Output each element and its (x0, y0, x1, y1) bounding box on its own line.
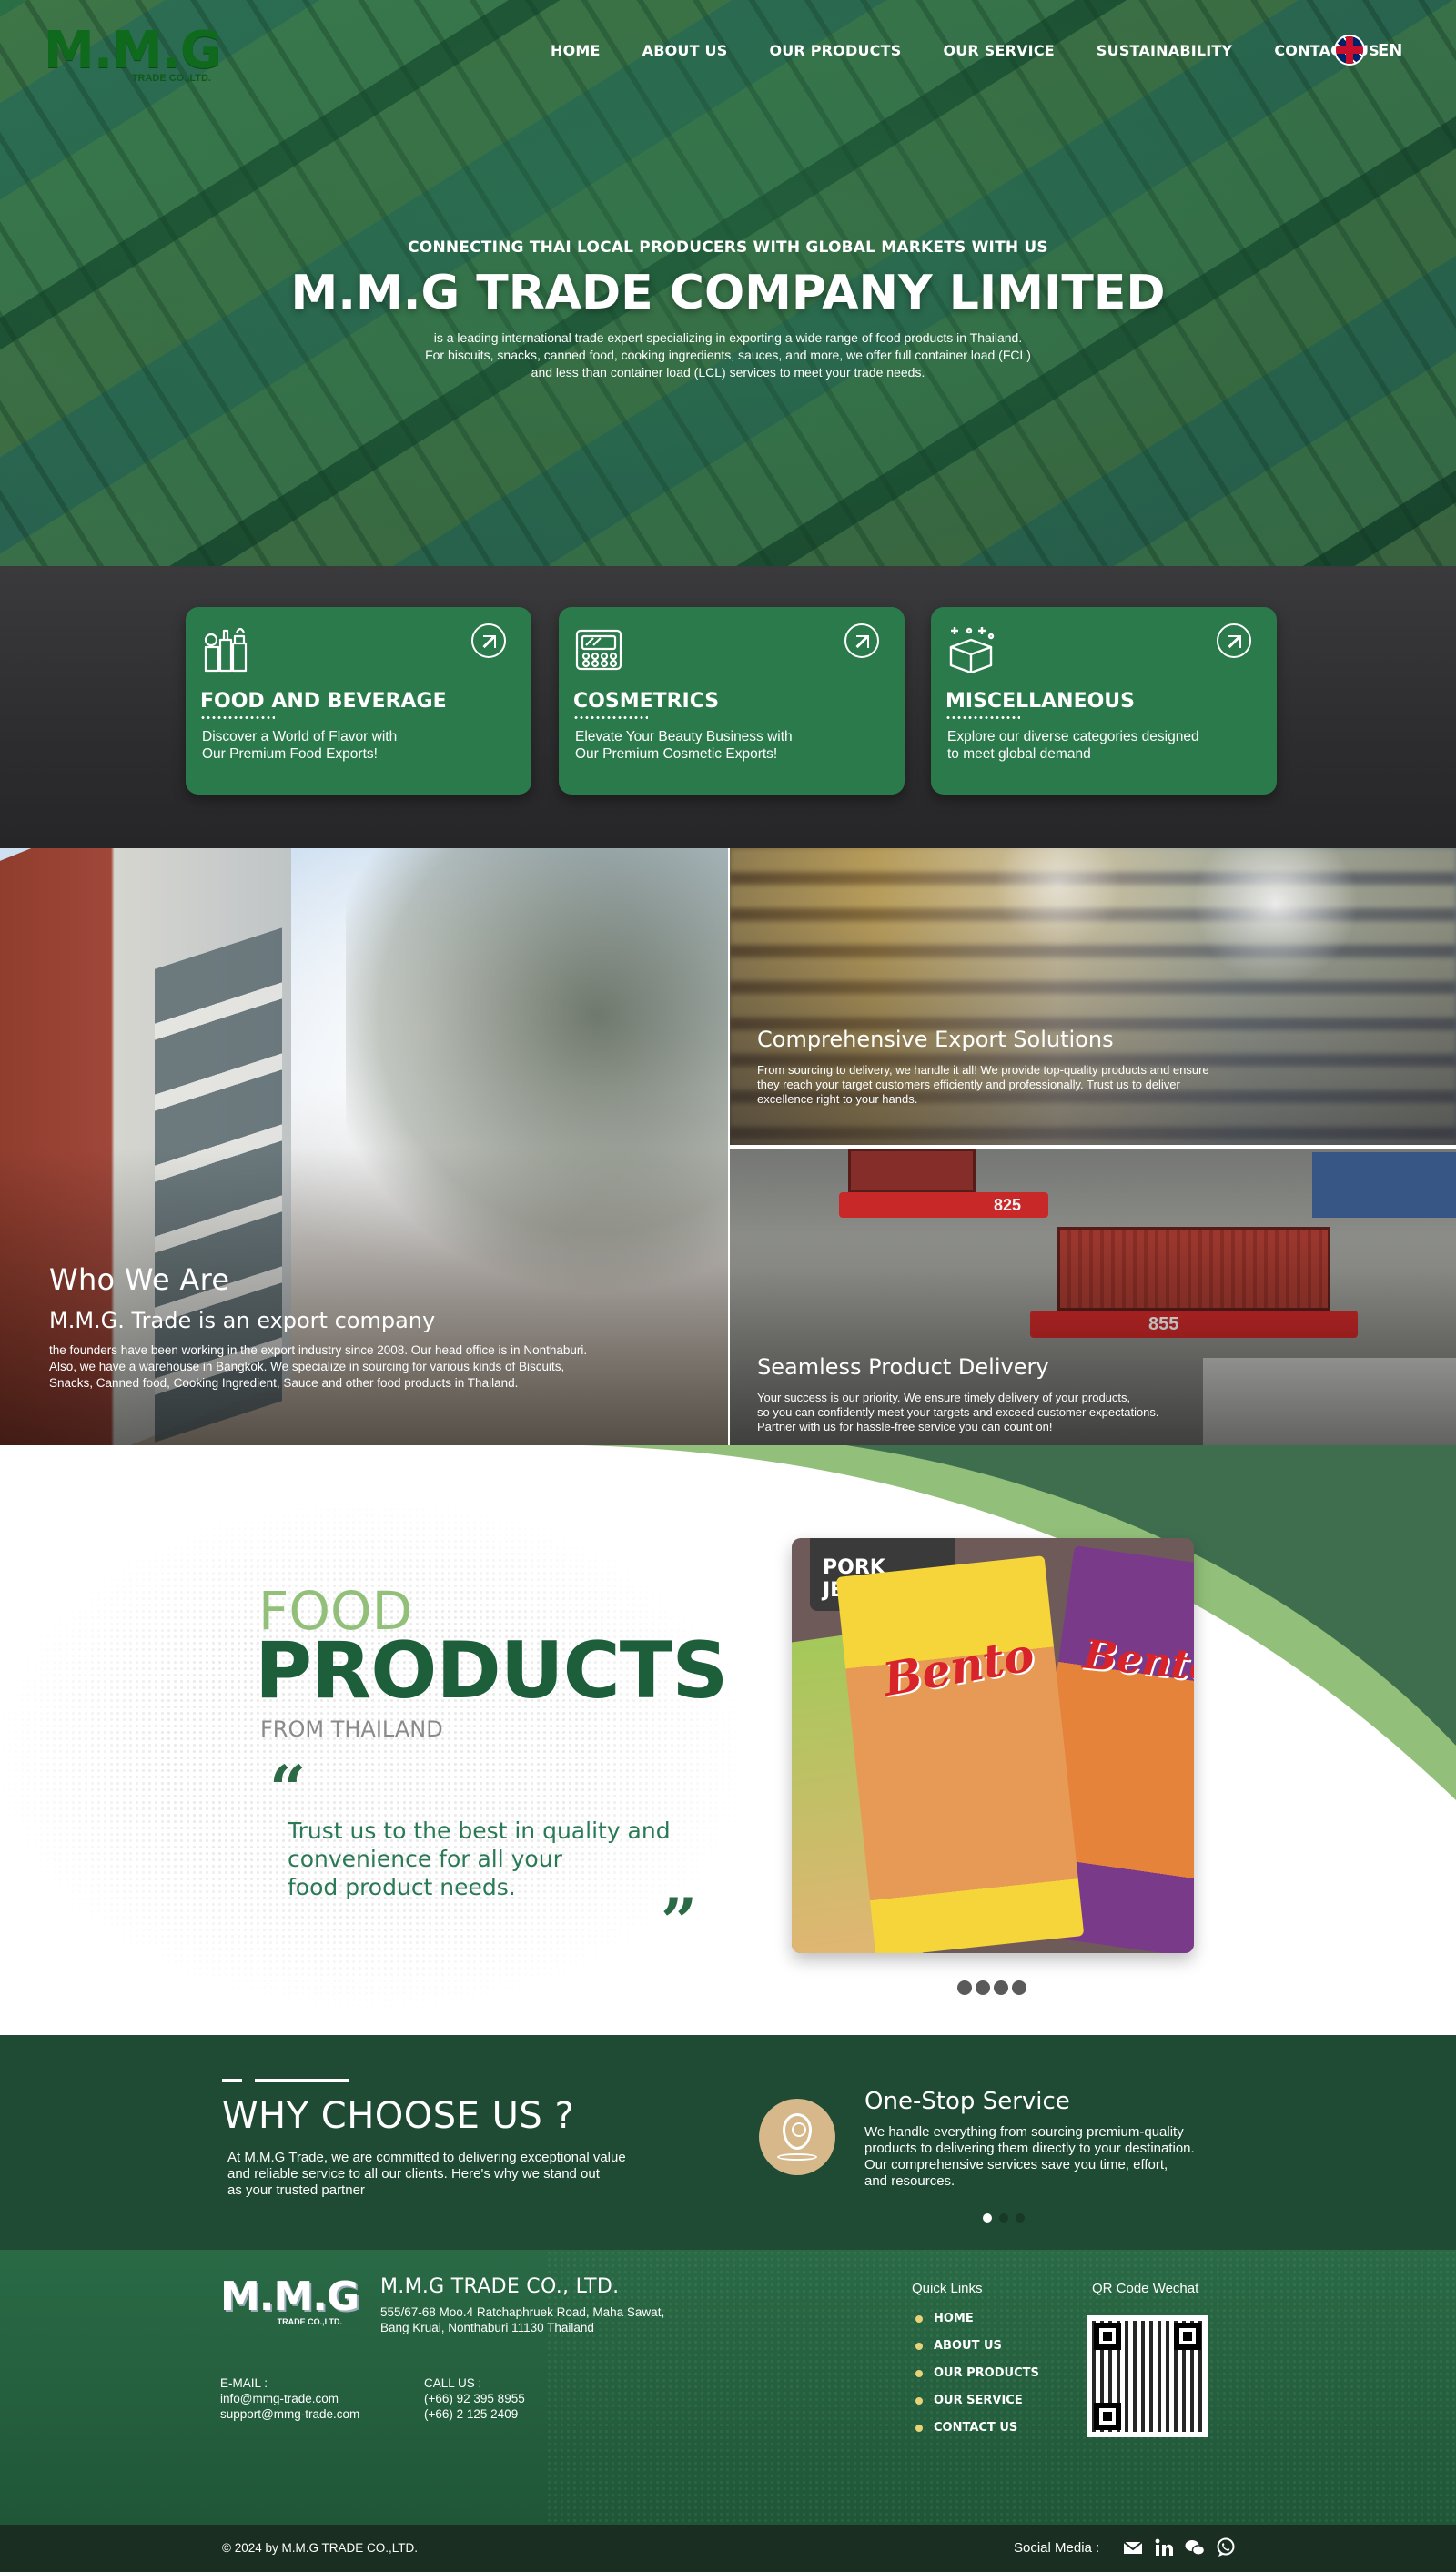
dotted-divider (573, 716, 648, 719)
carousel-dots (957, 1980, 1026, 1995)
carousel-dot[interactable] (976, 1980, 990, 1995)
carousel-dot[interactable] (999, 2213, 1008, 2223)
copyright: © 2024 by M.M.G TRADE CO.,LTD. (222, 2541, 418, 2555)
service-title: One-Stop Service (864, 2088, 1070, 2115)
qr-title: QR Code Wechat (1092, 2281, 1199, 2296)
who-title: Who We Are (49, 1262, 230, 1297)
email-block: E-MAIL : info@mmg-trade.com support@mmg-… (220, 2376, 360, 2422)
email-link[interactable]: support@mmg-trade.com (220, 2406, 359, 2422)
hero-section: M.M.G TRADE CO.,LTD. HOME ABOUT US OUR P… (0, 0, 1456, 566)
footer-link-our-service[interactable]: OUR SERVICE (914, 2394, 1039, 2421)
nav-sustainability[interactable]: SUSTAINABILITY (1097, 42, 1232, 59)
food-origin: FROM THAILAND (260, 1716, 443, 1742)
export-title: Comprehensive Export Solutions (757, 1027, 1114, 1052)
food-title: PRODUCTS (255, 1625, 728, 1716)
about-grid: Who We Are M.M.G. Trade is an export com… (0, 848, 1456, 1445)
export-solutions-panel: Comprehensive Export Solutions From sour… (730, 848, 1456, 1145)
category-card-food[interactable]: FOOD AND BEVERAGE Discover a World of Fl… (186, 607, 531, 795)
phone-block: CALL US : (+66) 92 395 8955 (+66) 2 125 … (424, 2376, 525, 2422)
nav-home[interactable]: HOME (551, 42, 601, 59)
category-title: MISCELLANEOUS (945, 690, 1136, 713)
product-photo[interactable]: PORK JERKY Bento Bento (792, 1538, 1194, 1953)
makeup-palette-icon (575, 629, 622, 671)
nav-our-service[interactable]: OUR SERVICE (943, 42, 1054, 59)
open-quote-icon: “ (269, 1751, 307, 1827)
language-code: EN (1378, 40, 1403, 60)
delivery-title: Seamless Product Delivery (757, 1354, 1049, 1380)
site-logo[interactable]: M.M.G TRADE CO.,LTD. (44, 25, 222, 89)
who-description: the founders have been working in the ex… (49, 1343, 588, 1390)
category-section: FOOD AND BEVERAGE Discover a World of Fl… (0, 566, 1456, 848)
delivery-description: Your success is our priority. We ensure … (757, 1391, 1159, 1433)
close-quote-icon: ” (661, 1884, 698, 1959)
company-name: M.M.G TRADE CO., LTD. (380, 2275, 620, 2298)
decorative-swoosh (582, 1445, 1456, 1800)
open-arrow-icon[interactable] (844, 623, 879, 658)
food-quote: Trust us to the best in quality and conve… (288, 1818, 671, 1900)
service-description: We handle everything from sourcing premi… (864, 2124, 1195, 2189)
category-description: Explore our diverse categories designed t… (947, 729, 1199, 762)
carousel-dot[interactable] (957, 1980, 972, 1995)
food-products-section: FOOD PRODUCTS FROM THAILAND “ Trust us t… (0, 1445, 1456, 2035)
phone-link[interactable]: (+66) 92 395 8955 (424, 2391, 525, 2406)
uk-flag-icon (1334, 35, 1365, 66)
footer-link-about-us[interactable]: ABOUT US (914, 2339, 1039, 2366)
hero-kicker: CONNECTING THAI LOCAL PRODUCERS WITH GLO… (408, 238, 1048, 257)
location-pin-icon (759, 2099, 835, 2175)
main-menu: HOME ABOUT US OUR PRODUCTS OUR SERVICE S… (551, 42, 1380, 59)
mail-icon[interactable] (1123, 2537, 1143, 2557)
gift-box-icon (949, 627, 995, 674)
phone-link[interactable]: (+66) 2 125 2409 (424, 2406, 525, 2422)
linkedin-icon[interactable] (1154, 2537, 1174, 2557)
quick-links-title: Quick Links (912, 2281, 983, 2296)
hero-title: M.M.G TRADE COMPANY LIMITED (290, 266, 1166, 320)
category-card-miscellaneous[interactable]: MISCELLANEOUS Explore our diverse catego… (931, 607, 1277, 795)
footer-logo[interactable]: M.M.G TRADE CO.,LTD. (220, 2277, 359, 2327)
site-footer: M.M.G TRADE CO.,LTD. M.M.G TRADE CO., LT… (0, 2250, 1456, 2525)
footer-link-contact-us[interactable]: CONTACT US (914, 2421, 1039, 2448)
social-icons (1123, 2537, 1236, 2557)
product-delivery-panel: 825 855 Seamless Product Delivery Your s… (730, 1149, 1456, 1445)
why-choose-section: WHY CHOOSE US ? At M.M.G Trade, we are c… (0, 2035, 1456, 2250)
nav-our-products[interactable]: OUR PRODUCTS (769, 42, 901, 59)
category-card-cosmetics[interactable]: COSMETRICS Elevate Your Beauty Business … (559, 607, 905, 795)
why-description: At M.M.G Trade, we are committed to deli… (228, 2150, 626, 2198)
language-switcher[interactable]: EN (1334, 35, 1402, 66)
company-address: 555/67-68 Moo.4 Ratchaphruek Road, Maha … (380, 2305, 665, 2334)
dotted-divider (945, 716, 1020, 719)
grocery-icon (204, 627, 248, 673)
carousel-dot[interactable] (994, 1980, 1008, 1995)
carousel-dot[interactable] (1016, 2213, 1025, 2223)
export-description: From sourcing to delivery, we handle it … (757, 1063, 1209, 1106)
nav-about-us[interactable]: ABOUT US (642, 42, 728, 59)
category-title: FOOD AND BEVERAGE (200, 690, 447, 713)
hero-description: is a leading international trade expert … (425, 330, 1031, 380)
who-we-are-panel: Who We Are M.M.G. Trade is an export com… (0, 848, 728, 1445)
who-subtitle: M.M.G. Trade is an export company (49, 1308, 436, 1333)
dotted-divider (200, 716, 275, 719)
social-media-label: Social Media : (1014, 2540, 1100, 2556)
open-arrow-icon[interactable] (1217, 623, 1251, 658)
whatsapp-icon[interactable] (1216, 2537, 1236, 2557)
footer-link-home[interactable]: HOME (914, 2312, 1039, 2339)
wechat-icon[interactable] (1185, 2537, 1205, 2557)
carousel-dot[interactable] (1012, 1980, 1026, 1995)
category-description: Discover a World of Flavor with Our Premi… (202, 729, 398, 762)
quick-links: HOME ABOUT US OUR PRODUCTS OUR SERVICE C… (914, 2312, 1039, 2448)
hero-text: CONNECTING THAI LOCAL PRODUCERS WITH GLO… (0, 238, 1456, 381)
top-navigation: M.M.G TRADE CO.,LTD. HOME ABOUT US OUR P… (0, 0, 1456, 100)
email-link[interactable]: info@mmg-trade.com (220, 2391, 359, 2406)
open-arrow-icon[interactable] (471, 623, 506, 658)
wechat-qr-code (1087, 2315, 1208, 2437)
category-title: COSMETRICS (573, 690, 720, 713)
category-description: Elevate Your Beauty Business with Our Pre… (575, 729, 793, 762)
carousel-dot[interactable] (983, 2213, 992, 2223)
bottom-bar: © 2024 by M.M.G TRADE CO.,LTD. Social Me… (0, 2525, 1456, 2572)
footer-link-our-products[interactable]: OUR PRODUCTS (914, 2366, 1039, 2394)
why-title: WHY CHOOSE US ? (222, 2095, 575, 2137)
service-carousel-dots (983, 2213, 1025, 2223)
